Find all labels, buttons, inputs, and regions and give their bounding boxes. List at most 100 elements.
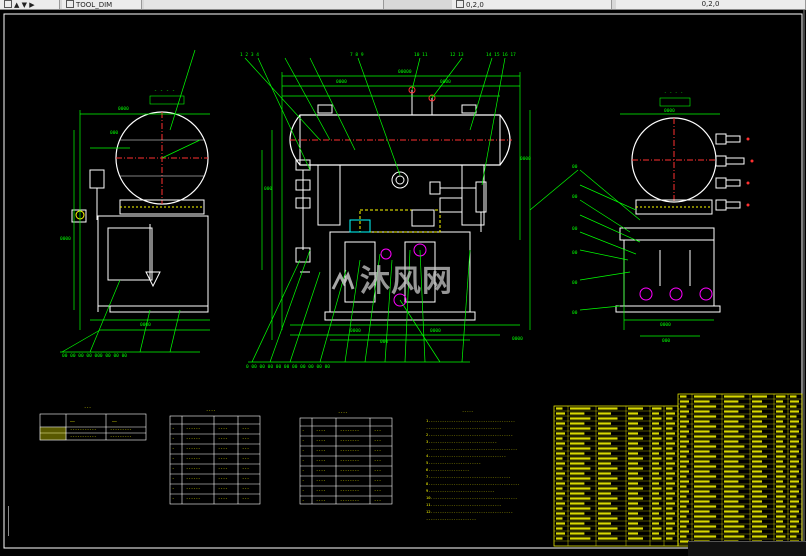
tab-coord-1[interactable]: 0,2,0 [452,0,612,9]
table-cell-text [598,462,611,465]
table-cell-text [724,470,739,473]
table-cell-text [680,450,689,453]
svg-text:---: --- [242,466,249,471]
table-cell-text [570,477,591,480]
table-cell-text [752,520,762,523]
svg-text:------: ------ [186,456,200,461]
table-cell-text [724,465,745,468]
table-cell-text [570,407,591,410]
tab-tool-dim[interactable]: TOOL_DIM [62,0,142,9]
table-cell-text [680,500,689,503]
table-cell-text [598,467,618,470]
tab-nav[interactable]: ▲ ▼ ▶ [0,0,60,9]
table-cell-text [598,522,611,525]
table-cell-text [776,455,786,458]
table-cell-text [776,525,786,528]
table-cell-text [556,522,565,525]
tab-blank[interactable] [144,0,384,9]
table-cell-text [652,412,659,415]
table-cell-text [666,482,675,485]
table-cell-text [752,530,762,533]
svg-text:00: 00 [572,194,578,200]
table-cell-text [752,495,767,498]
svg-text:9.----------------------------: 9.---------------------------- [426,488,495,493]
svg-text:---: --- [242,496,249,501]
svg-text:1 2 3 4: 1 2 3 4 [240,52,259,58]
side-view-right: - - - - 0000 0000 0000 0000 0000000 [572,91,754,344]
table-cell-text [752,485,767,488]
svg-text:4.----------------------------: 4.--------------------------------- [426,453,506,458]
svg-text:——: —— [70,419,75,424]
table-cell-text [628,422,638,425]
table-cell-text [790,395,797,398]
table-cell-text [790,485,797,488]
table-cell-text [752,465,767,468]
table-cell-text [628,492,638,495]
svg-text:------: ------ [186,476,200,481]
table-cell-text [680,430,689,433]
table-cell-text [652,427,662,430]
table-cell-text [570,487,591,490]
svg-text:----: ---- [218,466,228,471]
table-cell-text [556,427,563,430]
table-cell-text [570,432,585,435]
table-cell-text [652,517,662,520]
svg-text:------------------------------: ---------------------------------------- [426,446,517,451]
table-cell-text [752,475,767,478]
table-cell-text [694,485,717,488]
table-cell-text [680,470,689,473]
table-cell-text [556,442,565,445]
table-cell-text [790,520,799,523]
table-cell-text [570,427,591,430]
table-cell-text [752,445,767,448]
svg-text:---: --- [374,468,381,473]
table-cell-text [666,432,675,435]
svg-text:-: - [172,486,174,491]
table-cell-text [752,510,762,513]
table-cell-text [570,467,591,470]
svg-text:------: ------ [186,426,200,431]
svg-text:---: --- [242,436,249,441]
table-cell-text [666,457,673,460]
svg-text:7.----------------------------: 7.----------------------------------- [426,474,511,479]
table-cell-text [556,492,565,495]
table-cell-text [680,460,689,463]
table-cell-text [724,485,745,488]
table-cell-text [666,527,673,530]
table-cell-text [598,452,611,455]
svg-text:- - - -: - - - - [664,91,683,96]
table-cell-text [790,400,799,403]
table-cell-text [628,447,643,450]
table-cell-text [652,432,659,435]
table-cell-text [628,532,638,535]
table-cell-text [570,537,591,540]
table-cell-text [652,447,662,450]
svg-text:--------: -------- [340,468,359,473]
svg-text:---: --- [242,426,249,431]
table-cell-text [680,420,689,423]
table-cell-text [556,507,563,510]
svg-text:00: 00 [572,250,578,256]
table-cell-text [776,420,783,423]
table-cell-text [628,452,638,455]
svg-text:-: - [172,476,174,481]
svg-text:------: ------ [186,446,200,451]
table-cell-text [598,507,618,510]
svg-text:-: - [172,446,174,451]
table-cell-text [666,442,675,445]
table-cell-text [666,522,675,525]
table-cell-text [790,535,797,538]
tab-coord-2[interactable]: 0,2,0 [616,0,806,9]
table-cell-text [666,507,673,510]
svg-text:-: - [172,436,174,441]
svg-text:----: ---- [316,488,326,493]
svg-text:---: --- [374,448,381,453]
svg-text:----: ---- [218,476,228,481]
svg-text:0 00 00 00 00 00 00 00 00 00: 0 00 00 00 00 00 00 00 00 00 00 [246,364,330,370]
table-cell-text [652,422,659,425]
table-cell-text [790,450,799,453]
table-cell-text [724,495,745,498]
table-cell-text [694,510,710,513]
table-cell-text [776,515,786,518]
svg-text:5.----------------------: 5.---------------------- [426,460,481,465]
